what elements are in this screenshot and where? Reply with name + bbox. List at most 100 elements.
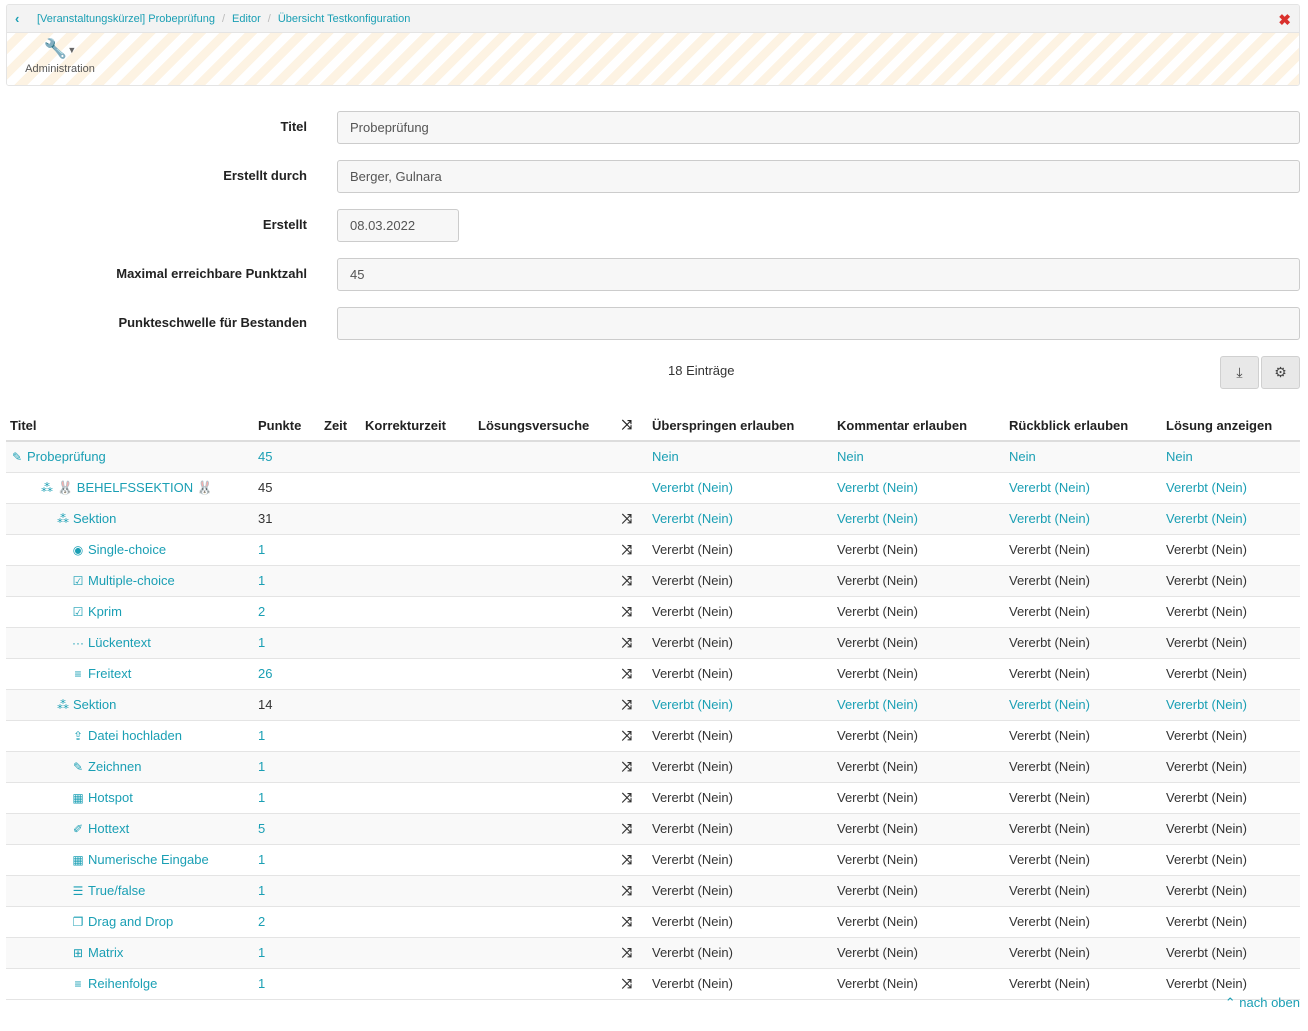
col-header-punkte[interactable]: Punkte: [254, 410, 320, 442]
table-body: ✎ Probeprüfung 45 Nein Nein Nein Nein ⁂ 🐰 BEHELF…: [6, 441, 1300, 1000]
row-title-link[interactable]: 🐰 BEHELFSSEKTION 🐰: [57, 480, 213, 495]
cell-punkte[interactable]: 2: [254, 906, 320, 938]
cell-kommentar[interactable]: Vererbt (Nein): [833, 689, 1005, 721]
cell-punkte[interactable]: 1: [254, 627, 320, 659]
cell-punkte[interactable]: 1: [254, 534, 320, 566]
cell-punkte[interactable]: 45: [254, 441, 320, 473]
row-title-link[interactable]: Single-choice: [88, 542, 166, 557]
table-row[interactable]: ☑ Kprim 2 ⤨ Vererbt (Nein) Vererbt (Nein) Vere…: [6, 596, 1300, 628]
cell-punkte[interactable]: 1: [254, 968, 320, 1000]
settings-button[interactable]: ⚙: [1261, 356, 1300, 389]
row-title-link[interactable]: Datei hochladen: [88, 728, 182, 743]
table-row[interactable]: ⇪ Datei hochladen 1 ⤨ Vererbt (Nein) Vererbt …: [6, 720, 1300, 752]
cell-punkte[interactable]: 1: [254, 720, 320, 752]
table-row[interactable]: ▦ Hotspot 1 ⤨ Vererbt (Nein) Vererbt (Nein) Ve…: [6, 782, 1300, 814]
cell-loesung[interactable]: Vererbt (Nein): [1162, 689, 1300, 721]
cell-rueckblick[interactable]: Nein: [1005, 441, 1162, 473]
table-icon: ⊞: [72, 946, 84, 960]
cell-loesung[interactable]: Vererbt (Nein): [1162, 503, 1300, 535]
col-header-loesung[interactable]: Lösung anzeigen: [1162, 410, 1300, 442]
max-punktzahl-field[interactable]: 45: [337, 258, 1300, 291]
cell-punkte[interactable]: 1: [254, 844, 320, 876]
table-row[interactable]: ⁂ Sektion 31 ⤨ Vererbt (Nein) Vererbt (Nein) V…: [6, 503, 1300, 535]
cell-punkte[interactable]: 26: [254, 658, 320, 690]
cell-loesung[interactable]: Nein: [1162, 441, 1300, 473]
cell-punkte[interactable]: 1: [254, 751, 320, 783]
cell-rueckblick[interactable]: Vererbt (Nein): [1005, 472, 1162, 504]
cell-punkte[interactable]: 1: [254, 565, 320, 597]
cell-punkte[interactable]: 1: [254, 937, 320, 969]
row-title-link[interactable]: Multiple-choice: [88, 573, 175, 588]
cell-ueberspringen[interactable]: Nein: [648, 441, 833, 473]
row-title-link[interactable]: Sektion: [73, 697, 116, 712]
checkbox-icon: ☑: [72, 574, 84, 588]
erstellt-durch-field[interactable]: Berger, Gulnara: [337, 160, 1300, 193]
row-title-link[interactable]: True/false: [88, 883, 145, 898]
col-header-loesungsversuche[interactable]: Lösungsversuche: [474, 410, 606, 442]
row-title-link[interactable]: Reihenfolge: [88, 976, 157, 991]
titel-field[interactable]: Probeprüfung: [337, 111, 1300, 144]
col-header-korrekturzeit[interactable]: Korrekturzeit: [361, 410, 474, 442]
cell-kommentar[interactable]: Vererbt (Nein): [833, 503, 1005, 535]
cell-loesung[interactable]: Vererbt (Nein): [1162, 472, 1300, 504]
row-title-link[interactable]: Freitext: [88, 666, 131, 681]
table-row[interactable]: ≡ Freitext 26 ⤨ Vererbt (Nein) Vererbt (Nein)…: [6, 658, 1300, 690]
col-header-shuffle[interactable]: ⤨: [606, 410, 648, 442]
cell-loesungsversuche: [474, 813, 606, 845]
table-row[interactable]: ☑ Multiple-choice 1 ⤨ Vererbt (Nein) Vererbt …: [6, 565, 1300, 597]
cell-zeit: [320, 596, 361, 628]
row-title-link[interactable]: Matrix: [88, 945, 123, 960]
row-title-link[interactable]: Numerische Eingabe: [88, 852, 209, 867]
col-header-titel[interactable]: Titel: [6, 410, 254, 442]
table-row[interactable]: ▦ Numerische Eingabe 1 ⤨ Vererbt (Nein) Verer…: [6, 844, 1300, 876]
cell-rueckblick[interactable]: Vererbt (Nein): [1005, 689, 1162, 721]
chevron-left-icon[interactable]: ‹: [15, 11, 37, 26]
download-button[interactable]: ⤓: [1220, 356, 1259, 389]
row-title-link[interactable]: Probeprüfung: [27, 449, 106, 464]
col-header-ueberspringen[interactable]: Überspringen erlauben: [648, 410, 833, 442]
col-header-kommentar[interactable]: Kommentar erlauben: [833, 410, 1005, 442]
table-row[interactable]: ··· Lückentext 1 ⤨ Vererbt (Nein) Vererbt (Ne…: [6, 627, 1300, 659]
table-row[interactable]: ✐ Hottext 5 ⤨ Vererbt (Nein) Vererbt (Nein) Ve…: [6, 813, 1300, 845]
cell-kommentar: Vererbt (Nein): [833, 782, 1005, 814]
cell-ueberspringen: Vererbt (Nein): [648, 627, 833, 659]
cell-punkte[interactable]: 2: [254, 596, 320, 628]
cell-punkte[interactable]: 1: [254, 782, 320, 814]
row-title-link[interactable]: Zeichnen: [88, 759, 141, 774]
table-row[interactable]: ⁂ 🐰 BEHELFSSEKTION 🐰 45 Vererbt (Nein) Verer…: [6, 472, 1300, 504]
administration-button[interactable]: 🔧▼ Administration: [21, 39, 99, 75]
cell-titel: ··· Lückentext: [6, 627, 254, 659]
table-row[interactable]: ⊞ Matrix 1 ⤨ Vererbt (Nein) Vererbt (Nein) Ver…: [6, 937, 1300, 969]
cell-ueberspringen[interactable]: Vererbt (Nein): [648, 689, 833, 721]
close-icon[interactable]: ✖: [1278, 11, 1291, 29]
table-row[interactable]: ✎ Zeichnen 1 ⤨ Vererbt (Nein) Vererbt (Nein) V…: [6, 751, 1300, 783]
row-title-link[interactable]: Hotspot: [88, 790, 133, 805]
cell-punkte[interactable]: 1: [254, 875, 320, 907]
cell-kommentar[interactable]: Nein: [833, 441, 1005, 473]
back-to-top-link[interactable]: ⌃ nach oben: [1225, 995, 1300, 1011]
row-title-link[interactable]: Drag and Drop: [88, 914, 173, 929]
table-row[interactable]: ≡ Reihenfolge 1 ⤨ Vererbt (Nein) Vererbt (Nei…: [6, 968, 1300, 1000]
breadcrumb-item-overview[interactable]: Übersicht Testkonfiguration: [278, 13, 410, 25]
table-row[interactable]: ⁂ Sektion 14 ⤨ Vererbt (Nein) Vererbt (Nein) V…: [6, 689, 1300, 721]
col-header-zeit[interactable]: Zeit: [320, 410, 361, 442]
breadcrumb-item-editor[interactable]: Editor: [232, 13, 261, 25]
breadcrumb-item-course[interactable]: [Veranstaltungskürzel] Probeprüfung: [37, 13, 215, 25]
col-header-rueckblick[interactable]: Rückblick erlauben: [1005, 410, 1162, 442]
cell-rueckblick[interactable]: Vererbt (Nein): [1005, 503, 1162, 535]
cell-ueberspringen[interactable]: Vererbt (Nein): [648, 503, 833, 535]
row-title-link[interactable]: Hottext: [88, 821, 129, 836]
table-row[interactable]: ❐ Drag and Drop 2 ⤨ Vererbt (Nein) Vererbt (N…: [6, 906, 1300, 938]
cell-ueberspringen[interactable]: Vererbt (Nein): [648, 472, 833, 504]
erstellt-field[interactable]: 08.03.2022: [337, 209, 459, 242]
form-row-erstellt-durch: Erstellt durch Berger, Gulnara: [0, 160, 1308, 194]
table-row[interactable]: ☰ True/false 1 ⤨ Vererbt (Nein) Vererbt (Nein…: [6, 875, 1300, 907]
cell-kommentar[interactable]: Vererbt (Nein): [833, 472, 1005, 504]
table-row[interactable]: ◉ Single-choice 1 ⤨ Vererbt (Nein) Vererbt (N…: [6, 534, 1300, 566]
row-title-link[interactable]: Sektion: [73, 511, 116, 526]
row-title-link[interactable]: Lückentext: [88, 635, 151, 650]
cell-punkte[interactable]: 5: [254, 813, 320, 845]
row-title-link[interactable]: Kprim: [88, 604, 122, 619]
table-row[interactable]: ✎ Probeprüfung 45 Nein Nein Nein Nein: [6, 441, 1300, 473]
punkteschwelle-field[interactable]: [337, 307, 1300, 340]
